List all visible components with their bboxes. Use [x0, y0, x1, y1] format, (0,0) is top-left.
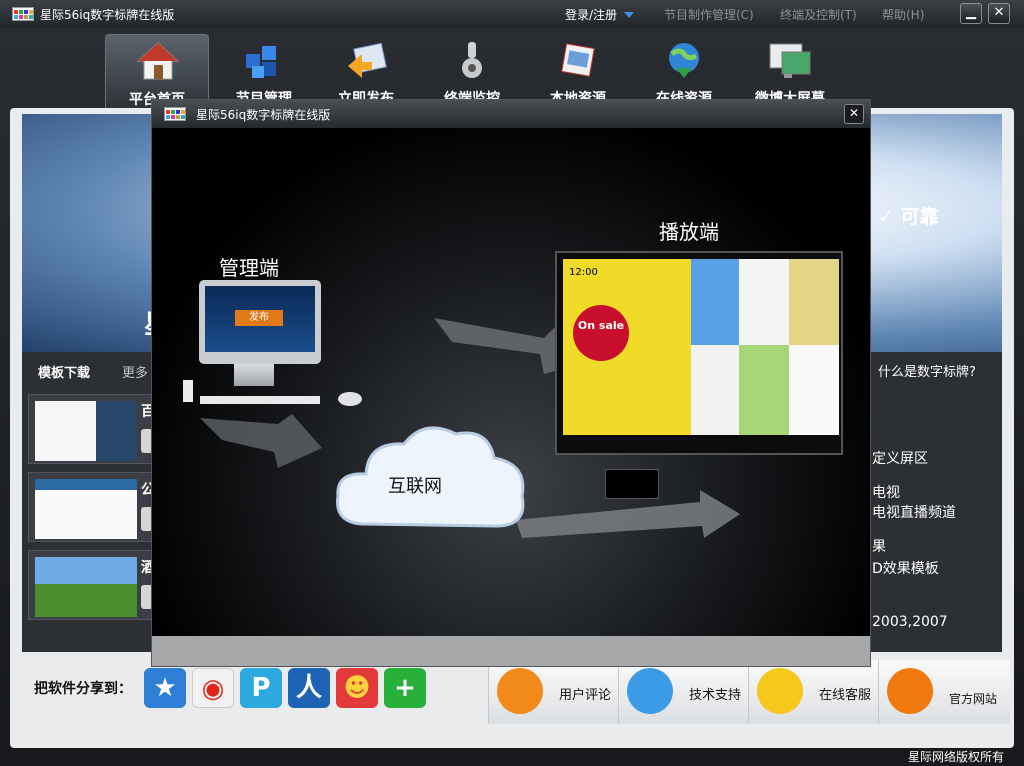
pengyou-icon[interactable]: P [240, 668, 282, 708]
official-site-button[interactable]: 官方网站 [878, 660, 1008, 724]
tv-clock: 12:00 [569, 267, 598, 278]
tv-screen: 12:00 On sale [563, 259, 839, 435]
camera-icon [462, 42, 482, 78]
support-label: 用户评论 [559, 688, 612, 703]
intro-animation: 管理端 发布 播放端 12:00 On sale 互联网 [152, 128, 870, 636]
tech-support-button[interactable]: 技术支持 [618, 660, 748, 724]
tv-tile [739, 345, 789, 435]
nav-publish[interactable]: 立即发布 [314, 34, 418, 108]
cubes-icon [246, 46, 276, 78]
title-bar: 星际56iq数字标牌在线版 登录/注册 节目制作管理(C) 终端及控制(T) 帮… [0, 0, 1024, 28]
close-button[interactable]: ✕ [988, 3, 1010, 24]
nav-monitor[interactable]: 终端监控 [420, 34, 524, 108]
monitor-stand [234, 364, 274, 386]
login-link[interactable]: 登录/注册 [565, 6, 617, 23]
template-card[interactable]: 酒 [28, 550, 168, 620]
player-label: 播放端 [659, 220, 719, 244]
qzone-icon[interactable]: ★ [144, 668, 186, 708]
support-label: 技术支持 [689, 688, 742, 703]
templates-title: 模板下载 [38, 366, 91, 381]
folder-icon [561, 43, 595, 77]
what-is-digital-signage-link[interactable]: 什么是数字标牌? [878, 361, 976, 380]
nav-online[interactable]: 在线资源 [632, 34, 736, 108]
feature-text: 电视 [872, 485, 900, 501]
templates-more-link[interactable]: 更多 [122, 362, 148, 381]
dialog-close-button[interactable]: ✕ [844, 104, 864, 124]
feature-text: D效果模板 [872, 561, 939, 577]
template-card[interactable]: 公 [28, 472, 168, 542]
banner-right-text: ✓ 可靠 [878, 206, 939, 228]
intro-dialog: 星际56iq数字标牌在线版 ✕ 管理端 发布 播放端 12:00 On sale… [151, 99, 871, 667]
users-icon [627, 668, 673, 714]
support-bar: 用户评论 技术支持 在线客服 官方网站 [488, 660, 1010, 724]
template-thumbnail [35, 479, 137, 539]
app-logo-icon [164, 107, 186, 121]
dialog-title: 星际56iq数字标牌在线版 [196, 108, 331, 122]
mouse [338, 392, 362, 406]
menu-help[interactable]: 帮助(H) [882, 6, 924, 23]
nav-program[interactable]: 节目管理 [212, 34, 316, 108]
feature-text: 定义屏区 [872, 451, 928, 467]
nav-local[interactable]: 本地资源 [526, 34, 630, 108]
plus-icon[interactable]: + [384, 668, 426, 708]
publish-icon [348, 42, 387, 78]
app-window: 星际56iq数字标牌在线版 登录/注册 节目制作管理(C) 终端及控制(T) 帮… [0, 0, 1024, 766]
keyboard [200, 396, 320, 404]
rss-icon [887, 668, 933, 714]
globe-icon [669, 43, 699, 78]
menu-terminal-control[interactable]: 终端及控制(T) [780, 6, 857, 23]
kaixin-icon[interactable]: ☻ [336, 668, 378, 708]
house-icon [136, 42, 180, 80]
app-title: 星际56iq数字标牌在线版 [40, 8, 175, 22]
tv-tile [789, 259, 839, 345]
tv-base [605, 469, 659, 499]
support-label: 在线客服 [819, 688, 872, 703]
share-label: 把软件分享到： [34, 681, 132, 697]
renren-icon[interactable]: 人 [288, 668, 330, 708]
monitor-screen: 发布 [205, 286, 315, 352]
app-logo-icon [12, 7, 34, 21]
publish-button-graphic: 发布 [235, 310, 283, 326]
dialog-title-bar: 星际56iq数字标牌在线版 ✕ [152, 100, 870, 128]
admin-label: 管理端 [219, 256, 279, 280]
weibo-icon[interactable]: ◉ [192, 668, 234, 708]
user-review-button[interactable]: 用户评论 [488, 660, 618, 724]
copyright: 星际网络版权所有 [908, 750, 1005, 764]
feature-text: 果 [872, 539, 886, 555]
template-thumbnail [35, 401, 137, 461]
tv-tile [691, 259, 739, 345]
chat-bubble-icon [497, 668, 543, 714]
player-tv: 12:00 On sale [555, 251, 843, 455]
nav-weibo-screen[interactable]: 微博大屏幕 [738, 34, 842, 108]
menu-program-manage[interactable]: 节目制作管理(C) [664, 6, 754, 23]
tv-tile [691, 345, 739, 435]
admin-monitor: 发布 [199, 280, 321, 364]
tv-tile [789, 345, 839, 435]
tv-tile [739, 259, 789, 345]
nav-home[interactable]: 平台首页 [105, 34, 209, 108]
template-card[interactable]: 百 [28, 394, 168, 464]
smiley-headset-icon [757, 668, 803, 714]
online-service-button[interactable]: 在线客服 [748, 660, 878, 724]
dialog-footer [152, 636, 870, 666]
feature-text: 2003,2007 [872, 614, 948, 630]
speaker [183, 380, 193, 402]
chevron-down-icon[interactable] [624, 12, 634, 18]
feature-text: 电视直播频道 [872, 505, 956, 521]
screen-icon [769, 43, 811, 78]
internet-label: 互联网 [388, 476, 442, 497]
main-nav: 平台首页 节目管理 立即发布 终端监控 本地资源 在线资源 微博大屏幕 [0, 28, 1024, 108]
minimize-button[interactable]: ▁ [960, 3, 982, 24]
sale-badge: On sale [573, 305, 629, 361]
support-label: 官方网站 [949, 692, 998, 706]
template-thumbnail [35, 557, 137, 617]
footer: 星际网络版权所有 [0, 744, 1024, 766]
